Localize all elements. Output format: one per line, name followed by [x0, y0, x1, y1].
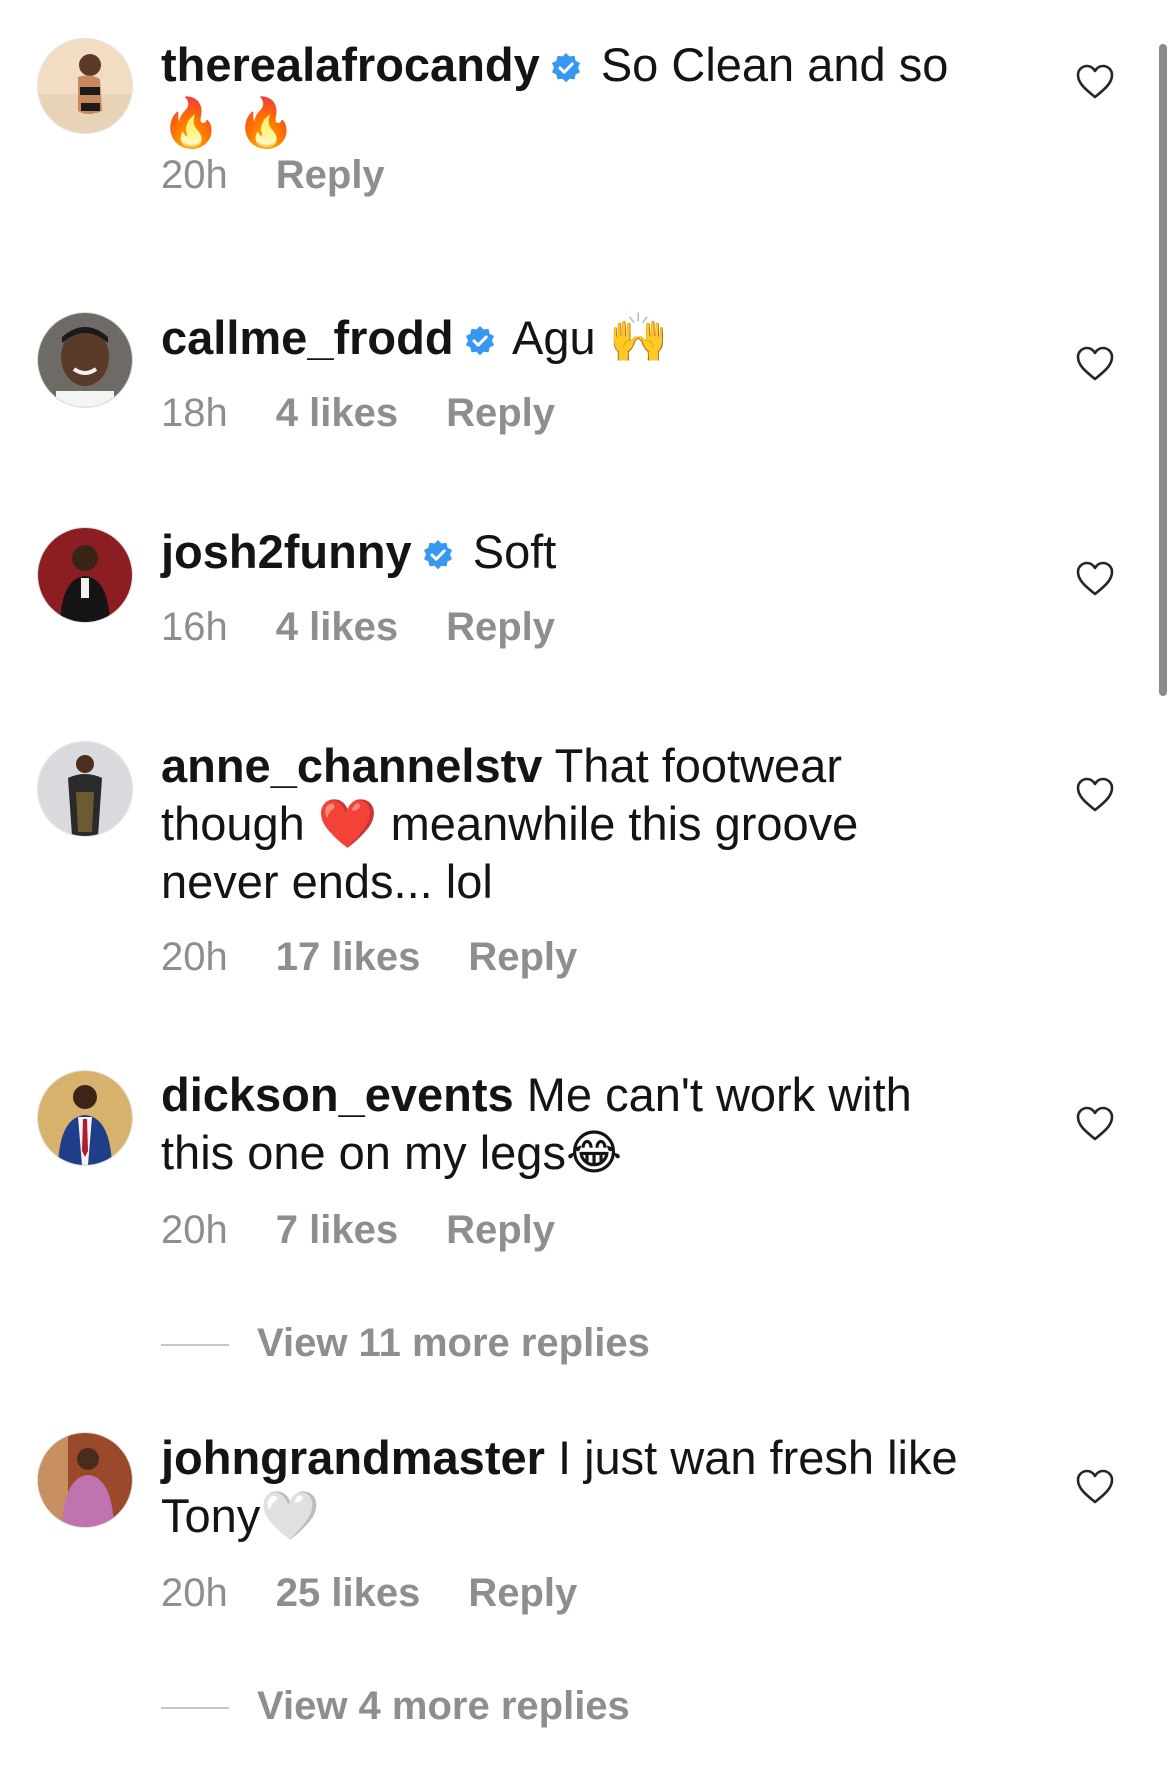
avatar[interactable] — [37, 527, 133, 623]
reply-divider — [161, 1707, 229, 1710]
likes-count[interactable]: 4 likes — [276, 388, 398, 438]
like-heart-icon[interactable] — [1075, 559, 1115, 599]
comment-text: Tony — [161, 1489, 261, 1542]
comment-body: josh2funny Soft — [161, 523, 1011, 581]
white-heart-emoji: 🤍 — [260, 1488, 321, 1544]
likes-count[interactable]: 4 likes — [276, 602, 398, 652]
comment-body: anne_channelstv That footwear though ❤️ … — [161, 737, 1011, 911]
comment-time: 20h — [161, 1571, 228, 1615]
reply-divider — [161, 1344, 229, 1347]
comment-time: 18h — [161, 391, 228, 435]
reply-button[interactable]: Reply — [468, 1568, 577, 1618]
comment-time: 20h — [161, 153, 228, 197]
view-more-replies-button[interactable]: View 11 more replies — [161, 1318, 650, 1368]
comment-meta: 16h 4 likes Reply — [161, 602, 603, 652]
comment-text: Me can't work with — [526, 1068, 912, 1121]
photo-avatar-icon — [38, 39, 132, 133]
reply-button[interactable]: Reply — [446, 602, 555, 652]
likes-count[interactable]: 7 likes — [276, 1205, 398, 1255]
reply-button[interactable]: Reply — [446, 1205, 555, 1255]
comment-meta: 20h 7 likes Reply — [161, 1205, 603, 1255]
verified-badge-icon — [464, 325, 496, 357]
comment-meta: 20h Reply — [161, 150, 433, 200]
avatar[interactable] — [37, 312, 133, 408]
comment-meta: 20h 17 likes Reply — [161, 932, 625, 982]
view-more-replies-label: View 4 more replies — [257, 1684, 630, 1728]
like-heart-icon[interactable] — [1075, 62, 1115, 102]
comment-body: therealafrocandy So Clean and so 🔥 🔥 — [161, 36, 1011, 152]
like-heart-icon[interactable] — [1075, 1104, 1115, 1144]
photo-avatar-icon — [38, 313, 132, 407]
comment-username[interactable]: anne_channelstv — [161, 739, 542, 792]
avatar[interactable] — [37, 38, 133, 134]
red-heart-emoji: ❤️ — [317, 796, 378, 852]
verified-badge-icon — [550, 52, 582, 84]
comment-username[interactable]: dickson_events — [161, 1068, 514, 1121]
avatar[interactable] — [37, 741, 133, 837]
comment-text: though — [161, 797, 305, 850]
like-heart-icon[interactable] — [1075, 344, 1115, 384]
laughing-tears-emoji: 😂 — [565, 1125, 623, 1181]
comment-text: Soft — [472, 525, 557, 578]
like-heart-icon[interactable] — [1075, 1467, 1115, 1507]
fire-emoji: 🔥 🔥 — [161, 95, 296, 151]
comment-body: johngrandmaster I just wan fresh like To… — [161, 1429, 1011, 1545]
comment-text: So Clean and so — [600, 38, 949, 91]
comment-text: I just wan fresh like — [557, 1431, 958, 1484]
comment-body: callme_frodd Agu 🙌 — [161, 309, 1011, 367]
photo-avatar-icon — [38, 528, 132, 622]
comment-meta: 18h 4 likes Reply — [161, 388, 603, 438]
comment-username[interactable]: therealafrocandy — [161, 38, 540, 91]
photo-avatar-icon — [38, 1433, 132, 1527]
likes-count[interactable]: 17 likes — [276, 932, 421, 982]
comment-time: 16h — [161, 605, 228, 649]
view-more-replies-button[interactable]: View 4 more replies — [161, 1681, 630, 1731]
comment-username[interactable]: callme_frodd — [161, 311, 454, 364]
reply-button[interactable]: Reply — [446, 388, 555, 438]
comment-meta: 20h 25 likes Reply — [161, 1568, 625, 1618]
comment-text: never ends... lol — [161, 855, 493, 908]
scrollbar[interactable] — [1159, 44, 1167, 696]
comment-username[interactable]: josh2funny — [161, 525, 412, 578]
comment-time: 20h — [161, 935, 228, 979]
like-heart-icon[interactable] — [1075, 775, 1115, 815]
comment-username[interactable]: johngrandmaster — [161, 1431, 545, 1484]
comment-body: dickson_events Me can't work with this o… — [161, 1066, 1011, 1182]
raising-hands-emoji: 🙌 — [608, 310, 669, 366]
verified-badge-icon — [422, 539, 454, 571]
avatar[interactable] — [37, 1070, 133, 1166]
photo-avatar-icon — [38, 1071, 132, 1165]
photo-avatar-icon — [38, 742, 132, 836]
comment-time: 20h — [161, 1208, 228, 1252]
reply-button[interactable]: Reply — [276, 150, 385, 200]
avatar[interactable] — [37, 1432, 133, 1528]
comment-text: meanwhile this groove — [390, 797, 859, 850]
reply-button[interactable]: Reply — [468, 932, 577, 982]
comment-text: Agu — [512, 311, 596, 364]
comment-text: That footwear — [554, 739, 842, 792]
likes-count[interactable]: 25 likes — [276, 1568, 421, 1618]
view-more-replies-label: View 11 more replies — [257, 1321, 650, 1365]
comment-text: this one on my legs — [161, 1126, 566, 1179]
